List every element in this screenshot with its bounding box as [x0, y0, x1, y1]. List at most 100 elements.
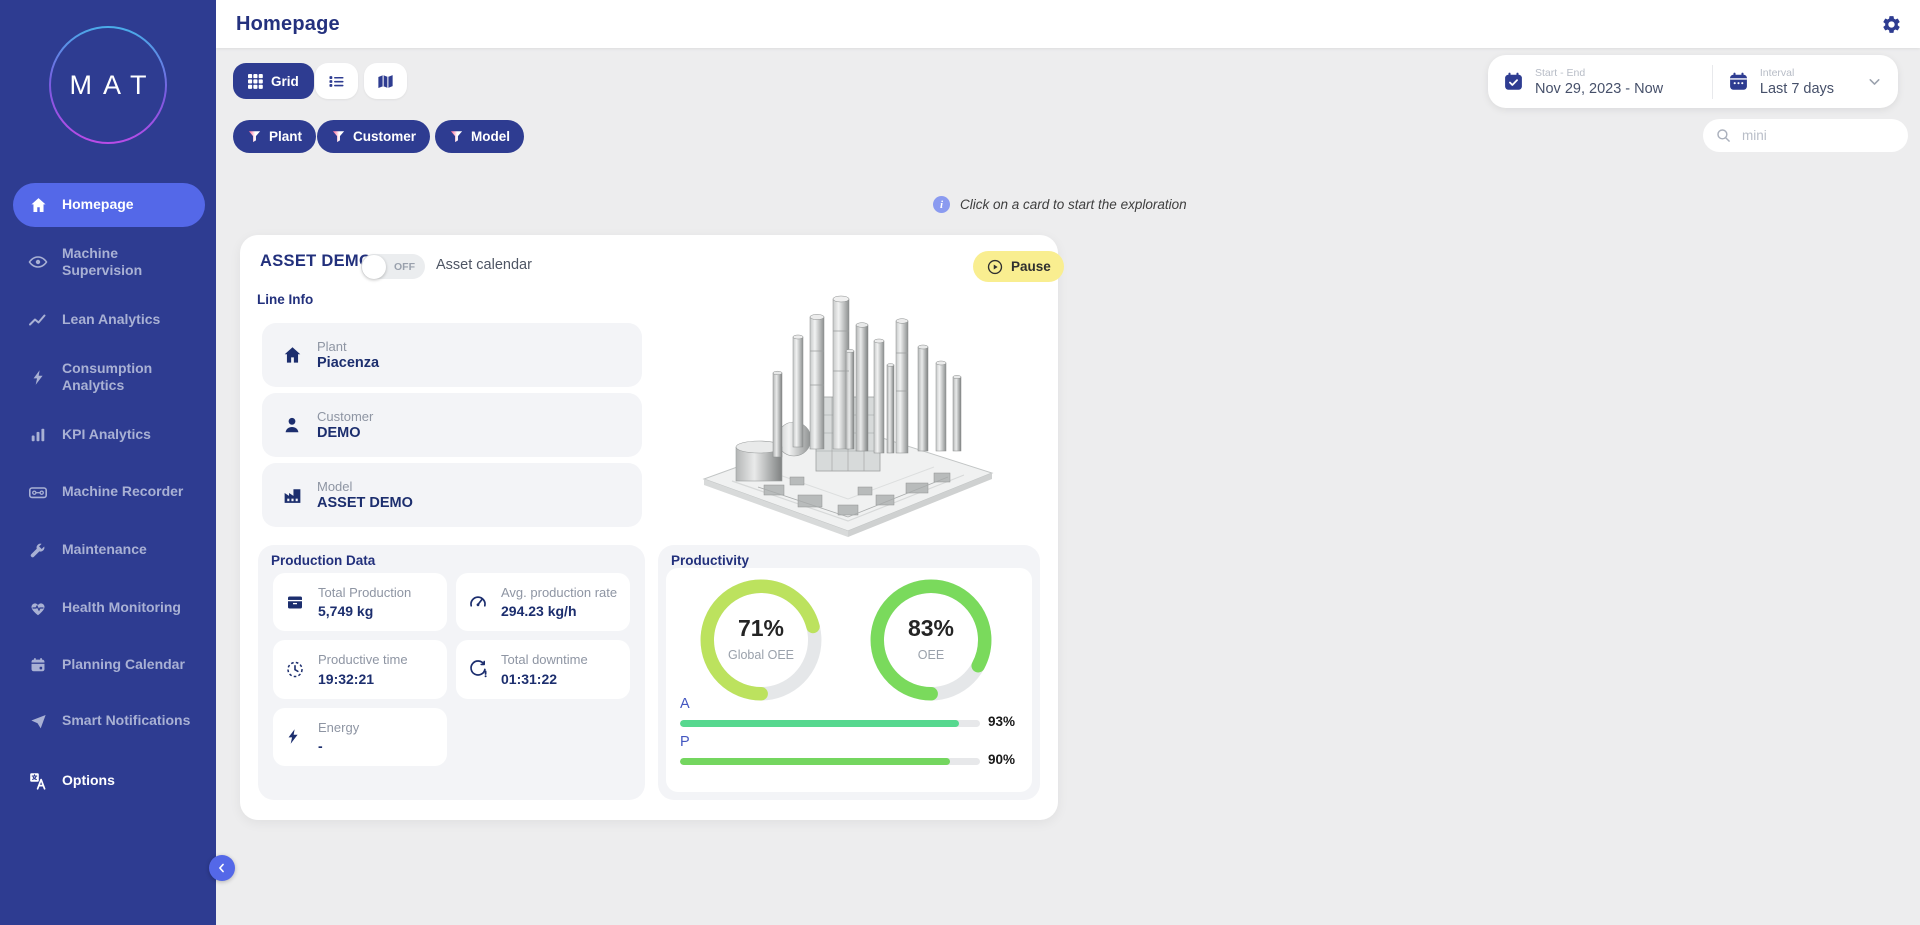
- list-icon: [327, 72, 346, 91]
- exploration-hint: i Click on a card to start the explorati…: [933, 196, 1187, 213]
- home-icon: [27, 194, 49, 216]
- bar-fill: [680, 758, 950, 765]
- trend-icon: [27, 309, 49, 331]
- tile-value: 5,749 kg: [318, 603, 411, 619]
- line-info-title: Line Info: [257, 292, 313, 307]
- sidebar-item-label: Maintenance: [62, 541, 194, 559]
- row-label: Model: [317, 479, 413, 494]
- heart-pulse-icon: [27, 597, 49, 619]
- sidebar-item-machine-supervision[interactable]: Machine Supervision: [13, 240, 205, 284]
- sidebar-item-label: Planning Calendar: [62, 656, 194, 674]
- bar-percent: 90%: [988, 752, 1015, 767]
- play-circle-icon: [986, 258, 1004, 276]
- gauge-label: Global OEE: [699, 648, 823, 662]
- line-info-row-customer: Customer DEMO: [262, 393, 642, 457]
- sidebar-collapse-button[interactable]: [209, 855, 235, 881]
- tile-label: Avg. production rate: [501, 585, 617, 601]
- row-value: DEMO: [317, 425, 373, 441]
- app-root: MAT Homepage Machine Supervision Lean An…: [0, 0, 1920, 925]
- tile-value: -: [318, 738, 359, 754]
- productivity-chart-card: 71% Global OEE 83% OEE A 93% P: [666, 568, 1032, 792]
- tile-label: Energy: [318, 720, 359, 736]
- sidebar-item-health-monitoring[interactable]: Health Monitoring: [13, 586, 205, 630]
- gear-icon[interactable]: [1881, 14, 1902, 35]
- row-label: Plant: [317, 339, 379, 354]
- sidebar-item-label: Lean Analytics: [62, 311, 194, 329]
- calendar-check-icon: [1503, 71, 1524, 92]
- tile-productive-time: Productive time 19:32:21: [273, 640, 447, 698]
- filter-model-button[interactable]: Model: [435, 120, 524, 153]
- lightning-icon: [27, 366, 49, 388]
- interval-select[interactable]: Interval Last 7 days: [1713, 67, 1898, 97]
- filter-plant-button[interactable]: Plant: [233, 120, 316, 153]
- sidebar-item-lean-analytics[interactable]: Lean Analytics: [13, 298, 205, 342]
- production-data-panel: Production Data Total Production 5,749 k…: [258, 545, 645, 800]
- sidebar-item-label: Consumption Analytics: [62, 360, 194, 395]
- sidebar-item-smart-notifications[interactable]: Smart Notifications: [13, 699, 205, 743]
- sidebar-item-kpi-analytics[interactable]: KPI Analytics: [13, 413, 205, 457]
- pause-label: Pause: [1011, 259, 1051, 274]
- tile-value: 294.23 kg/h: [501, 603, 617, 619]
- bar-label-performance: P: [680, 734, 690, 750]
- tile-value: 19:32:21: [318, 671, 408, 687]
- sidebar-item-maintenance[interactable]: Maintenance: [13, 528, 205, 572]
- bar-chart-icon: [27, 424, 49, 446]
- gauge-global-oee: 71% Global OEE: [699, 578, 823, 702]
- sidebar-item-label: Health Monitoring: [62, 599, 194, 617]
- downtime-icon: [468, 659, 490, 679]
- funnel-icon: [449, 129, 464, 144]
- chevron-left-icon: [215, 861, 229, 875]
- sidebar-item-planning-calendar[interactable]: Planning Calendar: [13, 643, 205, 687]
- sidebar-item-label: Homepage: [62, 196, 194, 214]
- gauge-value: 83%: [869, 615, 993, 642]
- tile-label: Total downtime: [501, 652, 588, 668]
- view-grid-label: Grid: [271, 74, 299, 89]
- line-info-row-model: Model ASSET DEMO: [262, 463, 642, 527]
- gauge-value: 71%: [699, 615, 823, 642]
- tile-total-downtime: Total downtime 01:31:22: [456, 640, 630, 698]
- line-info-row-plant: Plant Piacenza: [262, 323, 642, 387]
- sidebar-item-label: Smart Notifications: [62, 712, 194, 730]
- date-range-widget: Start - End Nov 29, 2023 - Now Interval …: [1488, 55, 1898, 108]
- calendar-dots-icon: [1728, 71, 1749, 92]
- tile-label: Total Production: [318, 585, 411, 601]
- sidebar-item-machine-recorder[interactable]: Machine Recorder: [13, 470, 205, 514]
- asset-calendar-label: Asset calendar: [436, 257, 532, 273]
- date-range-picker[interactable]: Start - End Nov 29, 2023 - Now: [1488, 67, 1712, 97]
- view-grid-button[interactable]: Grid: [233, 63, 314, 99]
- logo-text: MAT: [70, 70, 158, 101]
- energy-icon: [285, 728, 307, 745]
- productivity-title: Productivity: [671, 553, 749, 568]
- filter-customer-button[interactable]: Customer: [317, 120, 430, 153]
- search-input[interactable]: [1740, 127, 1920, 144]
- toggle-knob: [362, 255, 386, 279]
- wrench-icon: [27, 539, 49, 561]
- filter-model-label: Model: [471, 129, 510, 144]
- topbar: Homepage: [216, 0, 1920, 48]
- factory-image: [698, 281, 998, 543]
- view-list-button[interactable]: [315, 63, 358, 99]
- bar-availability: [680, 720, 980, 727]
- asset-card[interactable]: ASSET DEMO OFF Asset calendar Pause Line…: [240, 235, 1058, 820]
- sidebar: MAT Homepage Machine Supervision Lean An…: [0, 0, 216, 925]
- person-icon: [281, 414, 303, 436]
- filter-customer-label: Customer: [353, 129, 416, 144]
- gauge-label: OEE: [869, 648, 993, 662]
- sidebar-item-homepage[interactable]: Homepage: [13, 183, 205, 227]
- bar-label-availability: A: [680, 696, 690, 712]
- sidebar-item-consumption-analytics[interactable]: Consumption Analytics: [13, 355, 205, 399]
- tile-label: Productive time: [318, 652, 408, 668]
- pause-button[interactable]: Pause: [973, 251, 1064, 282]
- search-icon: [1715, 127, 1732, 144]
- grid-icon: [248, 74, 263, 89]
- date-range-value: Nov 29, 2023 - Now: [1535, 81, 1663, 97]
- asset-calendar-toggle[interactable]: OFF: [361, 254, 425, 279]
- mat-logo: MAT: [49, 26, 167, 144]
- interval-value: Last 7 days: [1760, 81, 1834, 97]
- view-map-button[interactable]: [364, 63, 407, 99]
- translate-icon: [27, 770, 49, 792]
- box-icon: [285, 592, 307, 612]
- asset-card-title: ASSET DEMO: [260, 252, 372, 271]
- sidebar-item-options[interactable]: Options: [13, 759, 205, 803]
- calendar-icon: [27, 654, 49, 676]
